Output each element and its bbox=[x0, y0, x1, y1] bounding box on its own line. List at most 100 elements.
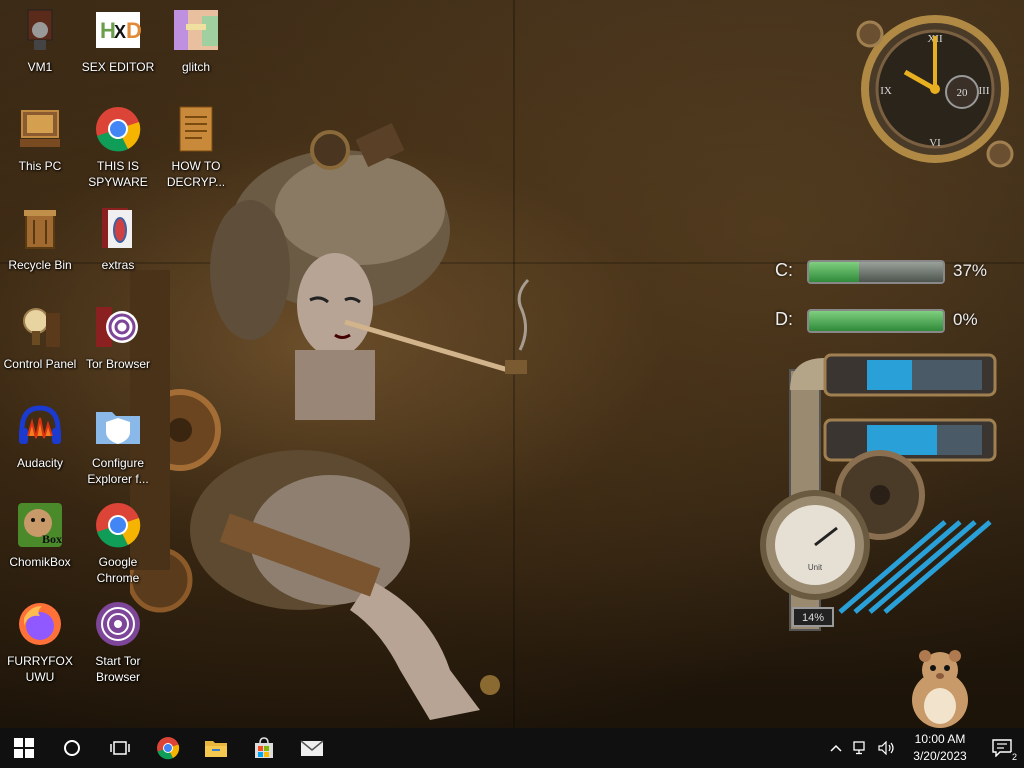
drive-letter: C: bbox=[775, 260, 793, 280]
tor-browser-icon bbox=[94, 303, 142, 351]
drive-percent: 0% bbox=[953, 310, 978, 329]
computer-icon bbox=[16, 105, 64, 153]
drive-meter-d[interactable]: D: 0% bbox=[745, 303, 995, 339]
drive-usage-bar bbox=[807, 260, 945, 284]
desktop-icon-furryfox-uwu[interactable]: FURRYFOX UWU bbox=[0, 594, 80, 686]
desktop-icon-label: extras bbox=[101, 258, 135, 272]
windows-logo-icon bbox=[14, 738, 34, 758]
taskbar-date: 3/20/2023 bbox=[913, 749, 967, 763]
desktop-icon-control-panel[interactable]: Control Panel bbox=[0, 297, 80, 389]
volume-button[interactable] bbox=[874, 728, 900, 768]
desktop-icon-label: Configure Explorer f... bbox=[87, 456, 149, 486]
taskbar-clock[interactable]: 10:00 AM 3/20/2023 bbox=[900, 731, 980, 765]
notification-count: 2 bbox=[1010, 752, 1018, 762]
task-view-icon bbox=[110, 741, 130, 755]
desktop-icon-label: THIS IS SPYWARE bbox=[88, 159, 148, 189]
drive-free-area bbox=[858, 262, 943, 282]
desktop-icon-label: Start Tor Browser bbox=[95, 654, 141, 684]
chevron-up-icon bbox=[830, 744, 842, 752]
desktop-icon-configure-explorer-f[interactable]: Configure Explorer f... bbox=[78, 396, 158, 488]
desktop-icon-label: ChomikBox bbox=[9, 555, 71, 569]
desktop-icon-start-tor-browser[interactable]: Start Tor Browser bbox=[78, 594, 158, 686]
search-circle-icon bbox=[64, 740, 80, 756]
desktop-icon-label: This PC bbox=[18, 159, 62, 173]
desktop-icon-label: VM1 bbox=[27, 60, 53, 74]
desktop-icon-label: HOW TO DECRYP... bbox=[166, 159, 226, 189]
clock-subdial-text: 20 bbox=[957, 87, 969, 99]
svg-text:Box: Box bbox=[42, 532, 62, 546]
desktop-icon-recycle-bin[interactable]: Recycle Bin bbox=[0, 198, 80, 290]
chrome-icon bbox=[94, 105, 142, 153]
drive-letter: D: bbox=[775, 309, 793, 329]
text-document-icon bbox=[172, 105, 220, 153]
firefox-icon bbox=[16, 600, 64, 648]
desktop-icon-label: Google Chrome bbox=[96, 555, 140, 585]
svg-text:X: X bbox=[114, 22, 126, 42]
tor-icon bbox=[94, 600, 142, 648]
taskbar-chrome[interactable] bbox=[144, 728, 192, 768]
wallpaper-figure bbox=[130, 122, 530, 720]
speaker-icon bbox=[878, 741, 894, 755]
desktop-icon-audacity[interactable]: Audacity bbox=[0, 396, 80, 488]
glitch-image-icon bbox=[172, 6, 220, 54]
svg-text:VI: VI bbox=[929, 137, 941, 149]
desktop-icon-glitch[interactable]: glitch bbox=[156, 0, 236, 92]
desktop-icon-chomikbox[interactable]: Box ChomikBox bbox=[0, 495, 80, 587]
desktop-icon-label: Tor Browser bbox=[85, 357, 150, 371]
desktop-icon-tor-browser[interactable]: Tor Browser bbox=[78, 297, 158, 389]
desktop-icon-extras[interactable]: extras bbox=[78, 198, 158, 290]
desktop-icon-how-to-decryp[interactable]: HOW TO DECRYP... bbox=[156, 99, 236, 191]
mail-icon bbox=[300, 740, 324, 756]
svg-text:Unit: Unit bbox=[808, 563, 823, 572]
notification-icon bbox=[992, 739, 1012, 757]
vm-icon bbox=[16, 6, 64, 54]
svg-text:D: D bbox=[126, 18, 142, 43]
taskbar-time: 10:00 AM bbox=[914, 732, 966, 746]
audacity-icon bbox=[16, 402, 64, 450]
cpu-meter-gadget[interactable]: Unit 14% bbox=[745, 350, 1000, 650]
folder-icon bbox=[94, 204, 142, 252]
desktop-icon-google-chrome[interactable]: Google Chrome bbox=[78, 495, 158, 587]
desktop-icon-label: glitch bbox=[181, 60, 210, 74]
chrome-icon bbox=[94, 501, 142, 549]
chrome-icon bbox=[157, 737, 180, 760]
drive-meter-c[interactable]: C: 37% bbox=[745, 254, 995, 290]
search-button[interactable] bbox=[48, 728, 96, 768]
network-button[interactable] bbox=[848, 728, 874, 768]
action-center-button[interactable]: 2 bbox=[980, 728, 1024, 768]
recycle-bin-icon bbox=[16, 204, 64, 252]
shield-folder-icon bbox=[94, 402, 142, 450]
taskbar-mail[interactable] bbox=[288, 728, 336, 768]
desktop-icon-label: Recycle Bin bbox=[8, 258, 72, 272]
svg-text:IX: IX bbox=[880, 85, 892, 97]
cpu-percent-text: 14% bbox=[802, 612, 824, 624]
desktop-icon-label: FURRYFOX UWU bbox=[7, 654, 73, 684]
drive-usage-bar bbox=[807, 309, 945, 333]
svg-text:III: III bbox=[979, 85, 990, 97]
desktop-icon-label: Control Panel bbox=[3, 357, 77, 371]
chomikbox-icon: Box bbox=[16, 501, 64, 549]
control-panel-icon bbox=[16, 303, 64, 351]
hex-editor-icon: HXD bbox=[94, 6, 142, 54]
hamster-gadget bbox=[912, 650, 968, 728]
desktop-icon-this-pc[interactable]: This PC bbox=[0, 99, 80, 191]
taskbar-file-explorer[interactable] bbox=[192, 728, 240, 768]
desktop-icon-sex-editor[interactable]: H X D SEX EDITOR bbox=[78, 0, 158, 92]
store-bag-icon bbox=[255, 737, 273, 758]
drive-percent: 37% bbox=[953, 261, 988, 280]
desktop-icon-label: SEX EDITOR bbox=[81, 60, 155, 74]
folder-icon bbox=[205, 741, 227, 757]
drive-usage-fill bbox=[809, 311, 943, 331]
taskbar: 10:00 AM 3/20/2023 2 bbox=[0, 728, 1024, 768]
task-view-button[interactable] bbox=[96, 728, 144, 768]
desktop-icon-vm1[interactable]: VM1 bbox=[0, 0, 80, 92]
network-icon bbox=[853, 741, 865, 755]
desktop-icon-this-is-spyware[interactable]: THIS IS SPYWARE bbox=[78, 99, 158, 191]
desktop-icon-label: Audacity bbox=[16, 456, 64, 470]
start-button[interactable] bbox=[0, 728, 48, 768]
drive-usage-fill bbox=[809, 262, 859, 282]
system-tray: 10:00 AM 3/20/2023 2 bbox=[824, 728, 1024, 768]
show-hidden-icons-button[interactable] bbox=[824, 728, 848, 768]
clock-gadget[interactable]: 20 XIIIII VIIX bbox=[850, 4, 1020, 174]
taskbar-store[interactable] bbox=[240, 728, 288, 768]
